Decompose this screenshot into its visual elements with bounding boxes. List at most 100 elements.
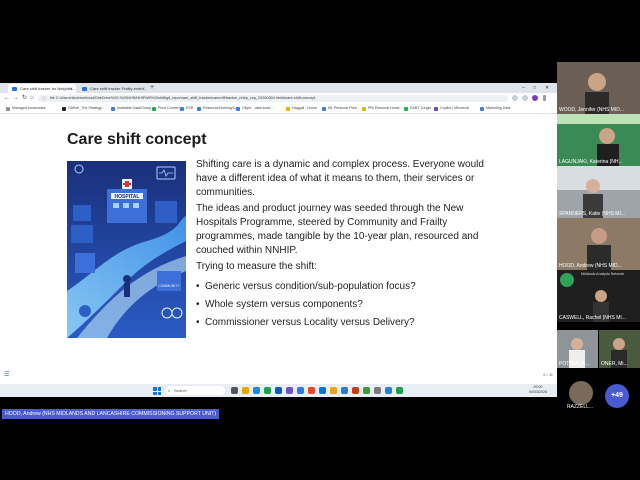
slide-body: Shifting care is a dynamic and complex p… [196,158,486,334]
edge-icon[interactable] [253,387,260,394]
participant-tile[interactable]: HOOD, Andrew (NHS MID... [557,218,640,270]
close-tab-icon[interactable]: ✕ [70,84,73,93]
bookmark-item[interactable]: Pivot Convert [152,104,180,113]
search-icon: ⌕ [168,388,171,393]
bookmark-label: Copilot | Microsoft [440,106,469,110]
meeting-window: Care shift tracker for Neighbo... ✕ Care… [0,0,640,480]
bookmark-item[interactable]: Managed bookmarks [6,104,46,113]
chrome-icon[interactable] [308,387,315,394]
more-participants-button[interactable]: +49 [605,384,629,408]
excel-icon[interactable] [264,387,271,394]
bookmark-label: ML Personal Files [328,106,357,110]
avatar[interactable] [569,381,593,405]
github-icon [62,106,66,111]
paragraph: The ideas and product journey was seeded… [196,203,479,256]
outlook-icon[interactable] [275,387,282,394]
bookmark-icon [322,106,326,111]
close-tab-icon[interactable]: ✕ [142,84,145,93]
participant-name: HOOD, Andrew (NHS MID... [559,263,622,269]
bookmarks-bar: Managed bookmarks GitHub_The Strategy...… [0,104,557,114]
task-view-icon[interactable] [231,387,238,394]
participant-tile[interactable]: LAGUNJAKI, Katerina (NH... [557,114,640,166]
bookmark-icon [236,106,240,111]
tab-label: Care shift tracker Frailty extrn... [90,86,146,91]
participant-name: LAGUNJAKI, Katerina (NH... [559,159,623,165]
tab-favicon-icon [12,86,17,91]
paragraph: Trying to measure the shift: [196,261,317,272]
participant-tile[interactable]: POTTER, A... [557,330,598,368]
presentation-slide: Care shift concept HOSPITAL COMMUNITY Sh… [0,114,557,384]
bookmark-item[interactable]: EARY Jungle [404,104,431,113]
bullet-list: Generic versus condition/sub-population … [196,280,486,330]
windows-start-icon[interactable] [153,387,161,395]
bullet-item: Commissioner versus Locality versus Deli… [196,316,486,330]
onedrive-icon[interactable] [319,387,326,394]
minimize-button[interactable]: – [522,83,525,93]
community-sign: COMMUNITY [158,284,180,288]
close-window-button[interactable]: ✕ [545,83,549,93]
bookmark-label: Pivot Convert [158,106,180,110]
app-icon[interactable] [341,387,348,394]
maximize-button[interactable]: □ [533,83,536,93]
active-speaker-label: HOOD, Andrew (NHS MIDLANDS AND LANCASHIR… [2,409,220,419]
bookmark-item[interactable]: ESR [180,104,193,113]
app-icon[interactable] [363,387,370,394]
bookmark-label: Managed bookmarks [12,106,46,110]
bookmark-icon [180,106,184,111]
bookmark-item[interactable]: Resource/Nursing/Co... [197,104,240,113]
bookmark-item[interactable]: Copilot | Microsoft [434,104,469,113]
powerbi-icon[interactable] [330,387,337,394]
bookmark-label: Resource/Nursing/Co... [203,106,241,110]
bookmark-label: Marketing Data [486,106,511,110]
url-field[interactable]: ⓘ file C:/Users/AndrewHood/OneDrive%20-%… [38,95,508,102]
system-clock[interactable]: 09:00 04/03/2026 [529,385,547,395]
kebab-menu-icon[interactable] [543,95,546,101]
new-tab-button[interactable]: + [150,83,154,93]
bookmark-label: Ollyer - data tools... [242,106,274,110]
bookmark-item[interactable]: Available Data/Group [111,104,151,113]
participant-tile[interactable]: ONER, Mi... [599,330,640,368]
participant-tile[interactable]: WOOD, Jennifer (NHS MID... [557,62,640,114]
page-indicator: 5 / 11 [543,372,553,377]
bookmark-item[interactable]: Haggall - Home [286,104,317,113]
app-icon[interactable] [385,387,392,394]
home-button[interactable]: ⌂ [30,94,34,103]
teams-icon[interactable] [286,387,293,394]
back-button[interactable]: ← [4,94,10,103]
bookmark-item[interactable]: ML Personal Files [322,104,357,113]
paragraph: Shifting care is a dynamic and complex p… [196,159,484,198]
care-shift-illustration: HOSPITAL COMMUNITY [67,161,186,338]
info-icon[interactable]: ⓘ [42,95,46,102]
participant-tile[interactable]: Midlands Analysts Network CASWELL, Rache… [557,270,640,322]
bookmark-item[interactable]: PBI Personal Home... [362,104,403,113]
folder-icon [6,106,10,111]
forward-button[interactable]: → [13,94,19,103]
bookmark-label: Available Data/Group [117,106,152,110]
bookmark-item[interactable]: Marketing Data [480,104,510,113]
taskbar-search[interactable]: ⌕ Search [165,386,225,395]
participant-tile[interactable]: SPANNERS, Katie (NHS MI... [557,166,640,218]
avatar[interactable] [532,95,538,101]
menu-icon[interactable]: ☰ [4,371,9,378]
bookmark-label: EARY Jungle [410,106,432,110]
clock-date: 04/03/2026 [529,390,547,394]
app-icon[interactable] [374,387,381,394]
extensions-icon[interactable] [512,95,518,101]
bookmark-label: PBI Personal Home... [368,106,403,110]
bookmark-item[interactable]: Ollyer - data tools... [236,104,273,113]
file-explorer-icon[interactable] [242,387,249,394]
bookmark-icon [197,106,201,111]
bookmark-label: ESR [186,106,194,110]
browser-tab[interactable]: Care shift tracker Frailty extrn... ✕ [78,84,148,93]
reload-button[interactable]: ↻ [22,94,27,103]
participant-name: SPANNERS, Katie (NHS MI... [559,211,626,217]
bookmark-item[interactable]: GitHub_The Strategy... [62,104,105,113]
profile-icon[interactable] [522,95,528,101]
tab-label: Care shift tracker for Neighbo... [20,86,76,91]
bullet-item: Whole system versus components? [196,298,486,312]
search-placeholder: Search [174,388,187,393]
word-icon[interactable] [297,387,304,394]
app-icon[interactable] [396,387,403,394]
powerpoint-icon[interactable] [352,387,359,394]
browser-tab-active[interactable]: Care shift tracker for Neighbo... ✕ [8,84,76,93]
